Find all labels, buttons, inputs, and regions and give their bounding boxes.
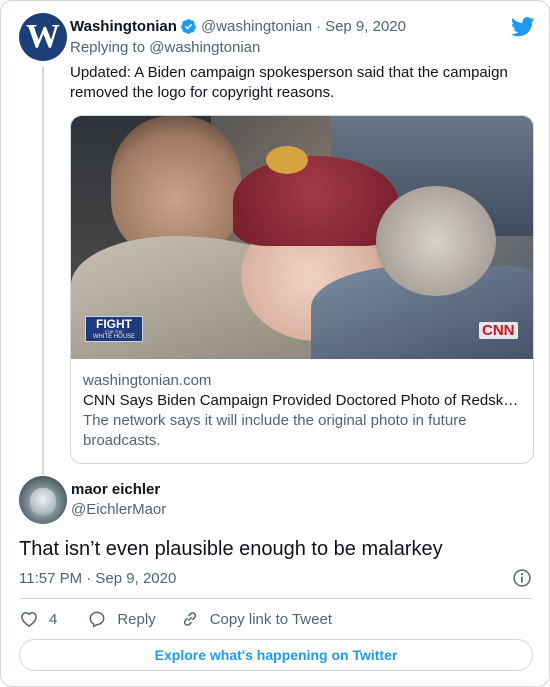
parent-author-handle[interactable]: @washingtonian [201, 18, 312, 35]
avatar-letter: W [26, 18, 60, 55]
washingtonian-avatar[interactable]: W [19, 13, 67, 61]
card-image: FIGHT FOR THE WHITE HOUSE CNN [71, 116, 533, 359]
twitter-bird-icon[interactable] [511, 17, 535, 37]
cnn-logo: CNN [479, 322, 518, 339]
heart-icon [21, 612, 37, 627]
parent-date[interactable]: Sep 9, 2020 [325, 18, 406, 35]
parent-author-name[interactable]: Washingtonian [70, 18, 177, 35]
maor-avatar[interactable] [19, 476, 67, 524]
copy-link-button[interactable]: Copy link to Tweet [180, 609, 332, 629]
author-name[interactable]: maor eichler [71, 481, 160, 498]
image-hat-pompom [266, 146, 308, 174]
parent-tweet-text: Updated: A Biden campaign spokesperson s… [70, 64, 508, 101]
image-red-hat [233, 156, 398, 246]
fight-logo: FIGHT FOR THE WHITE HOUSE [85, 316, 143, 342]
card-domain: washingtonian.com [83, 372, 212, 389]
thread-line [42, 67, 44, 475]
image-man-head [111, 116, 241, 256]
action-bar: 4 Reply Copy link to Tweet [19, 607, 332, 631]
card-description: The network says it will include the ori… [83, 412, 467, 449]
tweet-text: That isn’t even plausible enough to be m… [19, 538, 443, 560]
like-button[interactable]: 4 [19, 609, 57, 629]
header-separator: · [316, 17, 322, 35]
divider [19, 598, 533, 599]
card-body: washingtonian.com CNN Says Biden Campaig… [83, 371, 523, 451]
reply-button[interactable]: Reply [87, 609, 156, 629]
image-fur-hood [376, 186, 496, 296]
fight-logo-sub: WHITE HOUSE [92, 334, 136, 340]
link-card[interactable]: FIGHT FOR THE WHITE HOUSE CNN washington… [70, 115, 534, 464]
author-handle[interactable]: @EichlerMaor [71, 501, 166, 518]
verified-badge-icon [181, 18, 196, 34]
link-icon [183, 612, 196, 626]
reply-bubble-icon [89, 611, 105, 628]
avatar-subject [30, 488, 56, 516]
tweet-embed: W Washingtonian @washingtonian · Sep 9, … [0, 0, 550, 687]
card-title: CNN Says Biden Campaign Provided Doctore… [83, 392, 519, 409]
copy-link-label: Copy link to Tweet [209, 610, 332, 628]
replying-to[interactable]: Replying to @washingtonian [70, 39, 260, 56]
explore-button[interactable]: Explore what's happening on Twitter [19, 639, 533, 671]
like-count: 4 [49, 610, 58, 628]
parent-tweet-header: Washingtonian @washingtonian · Sep 9, 20… [70, 16, 406, 36]
reply-label: Reply [117, 610, 156, 628]
info-icon[interactable] [512, 568, 532, 588]
tweet-timestamp[interactable]: 11:57 PM · Sep 9, 2020 [19, 570, 176, 587]
